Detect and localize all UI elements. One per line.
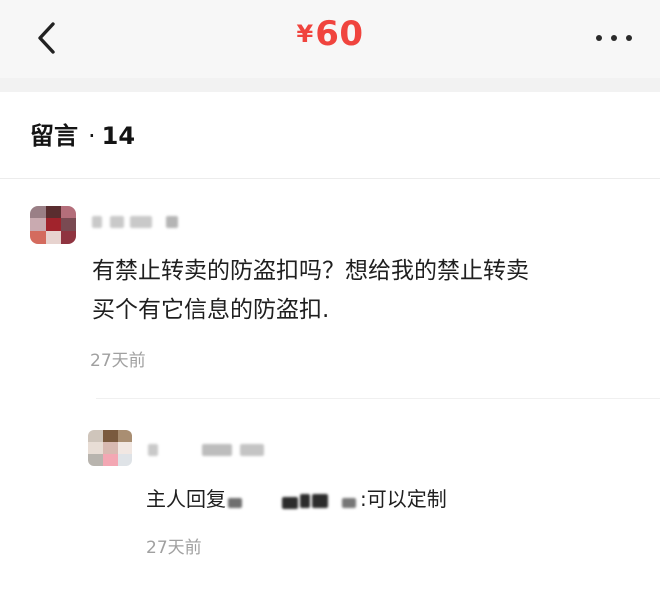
reply-divider [96, 398, 660, 399]
more-options-button[interactable] [590, 24, 638, 52]
price-value: 60 [315, 14, 364, 54]
more-dot-icon [611, 35, 617, 41]
reply-avatar[interactable] [88, 430, 132, 466]
comment-timestamp: 27天前 [90, 351, 146, 371]
reply-prefix: 主人回复 [146, 487, 226, 511]
reply-user-name-redacted [148, 440, 278, 460]
redacted-name-mask [226, 492, 312, 510]
comments-title: 留言 [30, 122, 78, 150]
comments-header: 留言 · 14 [30, 116, 135, 151]
avatar[interactable] [30, 206, 76, 244]
comment-line: 买个有它信息的防盗扣. [92, 297, 330, 323]
reply-timestamp: 27天前 [146, 538, 202, 558]
reply-suffix: :可以定制 [360, 487, 447, 511]
more-dot-icon [626, 35, 632, 41]
section-spacer [0, 78, 660, 92]
more-dot-icon [596, 35, 602, 41]
user-name-redacted [92, 212, 192, 232]
comment-line: 有禁止转卖的防盗扣吗？想给我的禁止转卖 [92, 258, 529, 284]
price-label: ¥60 [0, 14, 660, 54]
top-bar: ¥60 [0, 0, 660, 78]
currency-symbol: ¥ [296, 20, 314, 48]
divider [0, 178, 660, 179]
separator-dot: · [88, 122, 96, 150]
comments-count: 14 [101, 122, 136, 150]
redacted-name-mask [312, 492, 360, 510]
reply-body: 主人回复 :可以定制 [146, 483, 447, 512]
comment-body: 有禁止转卖的防盗扣吗？想给我的禁止转卖 买个有它信息的防盗扣. [92, 252, 529, 330]
